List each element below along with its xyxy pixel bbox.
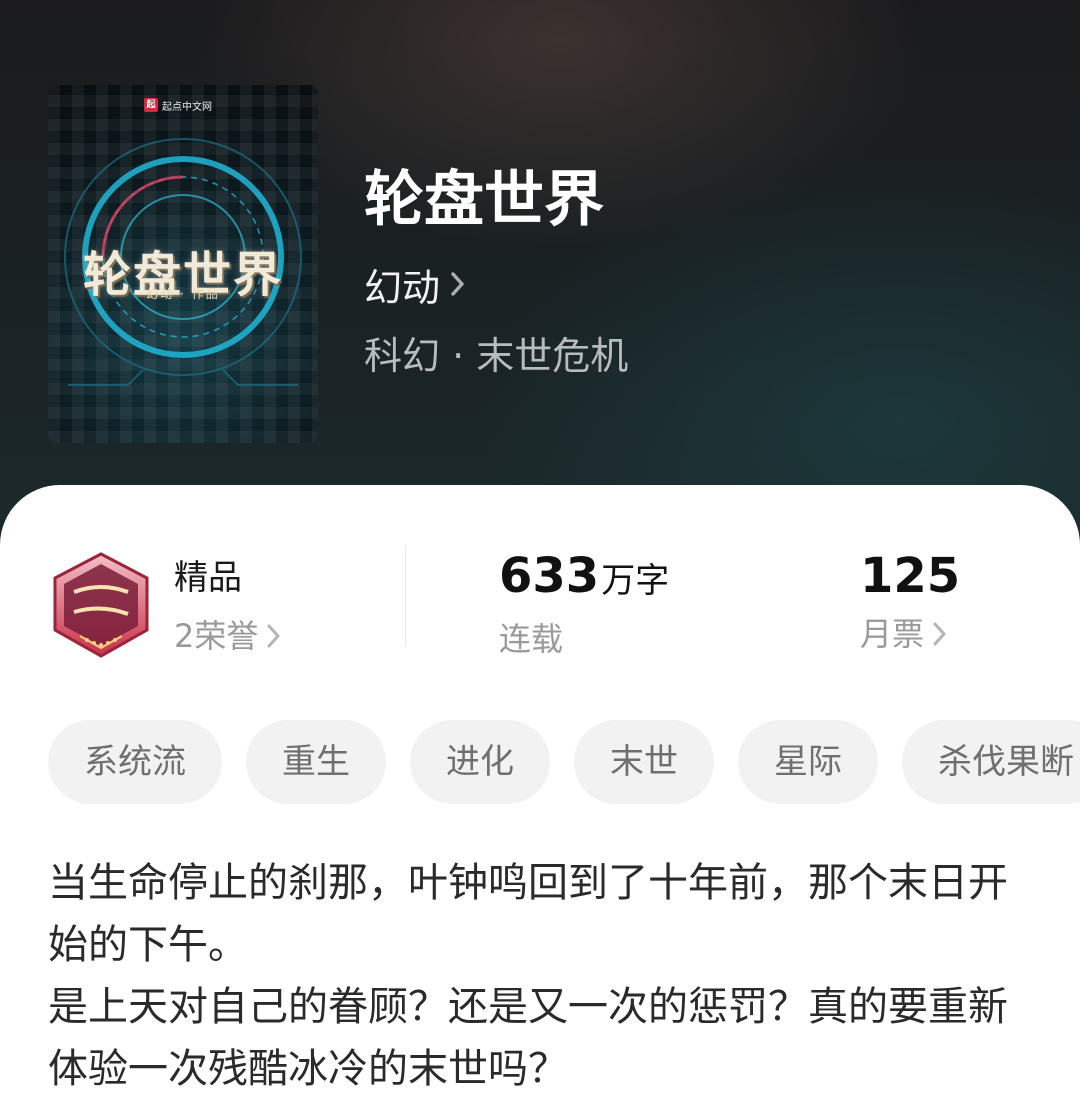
- honors-count: 2荣誉: [174, 617, 259, 655]
- chevron-right-icon: [267, 624, 280, 648]
- word-count-stat: 633万字 连载: [499, 548, 669, 661]
- book-cover[interactable]: 起 起点中文网 轮盘世界 幻动 · 作品: [48, 85, 318, 443]
- quality-badge-icon[interactable]: [50, 552, 152, 660]
- author-name: 幻动: [364, 265, 441, 310]
- tag-list: 系统流 重生 进化 末世 星际 杀伐果断: [48, 720, 1080, 804]
- word-count-unit: 万字: [601, 561, 670, 601]
- monthly-ticket-stat[interactable]: 125 月票: [860, 548, 960, 656]
- serial-status: 连载: [499, 620, 564, 658]
- tag-chip[interactable]: 杀伐果断: [902, 720, 1080, 804]
- cover-author-line: 幻动 · 作品: [146, 287, 220, 301]
- monthly-ticket-label: 月票: [860, 615, 925, 653]
- author-link[interactable]: 幻动: [364, 258, 466, 310]
- tag-chip[interactable]: 星际: [738, 720, 878, 804]
- word-count-value: 633: [499, 548, 600, 604]
- cover-publisher-logo: 起 起点中文网: [144, 95, 212, 115]
- synopsis-line: 是上天对自己的眷顾？还是又一次的惩罚？真的要重新体验一次残酷冰冷的末世吗？: [48, 984, 1008, 1092]
- tag-chip[interactable]: 进化: [410, 720, 550, 804]
- tag-chip[interactable]: 重生: [246, 720, 386, 804]
- monthly-ticket-value: 125: [860, 548, 961, 604]
- chevron-right-icon: [933, 622, 946, 646]
- stats-divider: [405, 545, 406, 645]
- publisher-logo-icon: 起: [144, 98, 158, 112]
- quality-label: 精品: [174, 558, 242, 598]
- tag-chip[interactable]: 末世: [574, 720, 714, 804]
- cover-publisher-text: 起点中文网: [162, 101, 212, 113]
- synopsis-line: 当生命停止的刹那，叶钟鸣回到了十年前，那个末日开始的下午。: [48, 860, 1008, 968]
- synopsis[interactable]: 当生命停止的刹那，叶钟鸣回到了十年前，那个末日开始的下午。 是上天对自己的眷顾？…: [48, 852, 1008, 1100]
- book-title: 轮盘世界: [364, 165, 604, 235]
- book-header: 起 起点中文网 轮盘世界 幻动 · 作品 轮盘世界 幻动 科幻 · 末世危机: [0, 0, 1080, 560]
- quality-stat[interactable]: 精品 2荣誉: [174, 556, 282, 658]
- chevron-right-icon: [451, 272, 464, 296]
- genre-label: 科幻 · 末世危机: [364, 334, 629, 378]
- tag-chip[interactable]: 系统流: [48, 720, 222, 804]
